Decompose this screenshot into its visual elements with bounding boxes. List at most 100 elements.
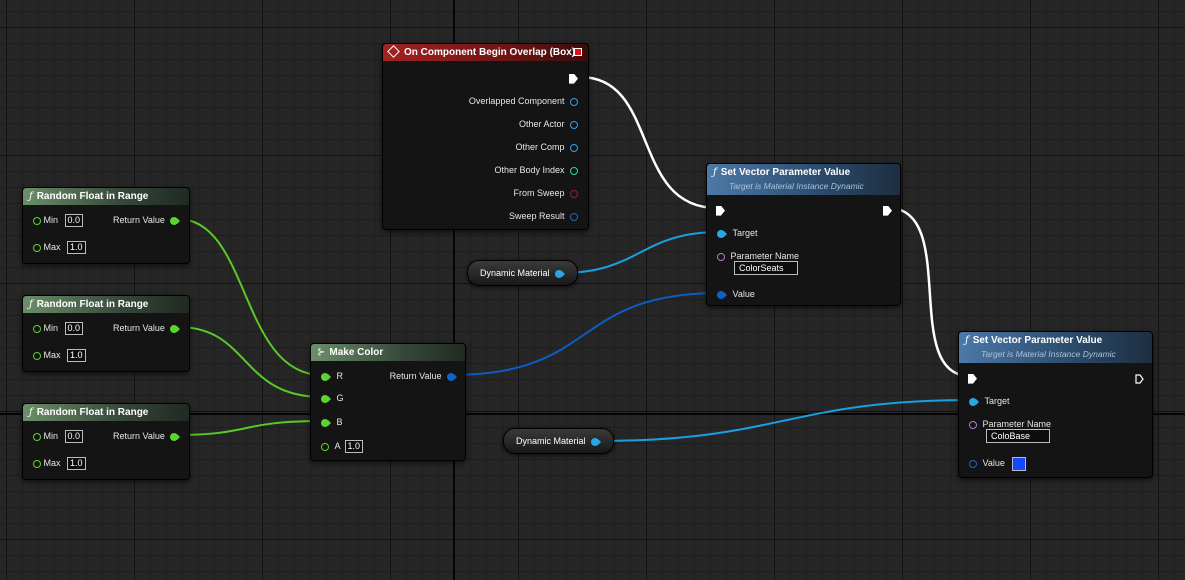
min-label: Min	[43, 323, 59, 333]
node-header: ƒ Set Vector Parameter Value Target is Mat…	[707, 164, 900, 195]
variable-out-pin[interactable]	[555, 269, 564, 278]
return-row: Return Value	[113, 321, 181, 335]
g-row: G	[321, 391, 344, 405]
other-body-index-pin[interactable]	[570, 166, 578, 175]
return-row: Return Value	[113, 429, 181, 443]
target-pin[interactable]	[969, 397, 977, 406]
param-name-label: Parameter Name	[982, 419, 1052, 429]
max-pin[interactable]	[33, 351, 41, 360]
value-row: Value	[717, 287, 755, 301]
exec-in-row	[716, 203, 725, 217]
function-icon: ƒ	[965, 335, 969, 346]
node-header: ⊱ Make Color	[311, 344, 465, 361]
node-title: Random Float in Range	[36, 407, 149, 418]
g-pin[interactable]	[321, 394, 329, 403]
overlapped-component-pin[interactable]	[570, 97, 578, 106]
node-title: Random Float in Range	[36, 191, 149, 202]
max-value[interactable]: 1.0	[67, 457, 86, 471]
dynamic-material-node-2[interactable]: Dynamic Material	[503, 428, 614, 454]
max-pin[interactable]	[33, 243, 41, 252]
node-header: ƒ Set Vector Parameter Value Target is Mat…	[959, 332, 1152, 363]
wire-random1-to-r[interactable]	[177, 218, 323, 376]
node-subtitle: Target is Material Instance Dynamic	[981, 349, 1116, 359]
max-value[interactable]: 1.0	[67, 241, 86, 255]
wire-exec-event-to-set1[interactable]	[579, 75, 718, 210]
make-color-node[interactable]: ⊱ Make Color R G B A 1.0 Return Value	[310, 343, 466, 461]
value-pin[interactable]	[717, 290, 725, 299]
b-pin[interactable]	[321, 418, 329, 427]
other-comp-pin[interactable]	[570, 143, 578, 152]
pin-label: Sweep Result	[508, 211, 565, 221]
exec-out-pin[interactable]	[1135, 374, 1144, 384]
set-vector-param-node-1[interactable]: ƒ Set Vector Parameter Value Target is Mat…	[706, 163, 901, 306]
wire-random2-to-g[interactable]	[177, 326, 323, 398]
r-pin[interactable]	[321, 372, 329, 381]
pin-row-overlapped-component: Overlapped Component	[469, 94, 578, 108]
make-struct-icon: ⊱	[317, 347, 326, 358]
delegate-square-icon[interactable]	[574, 48, 582, 56]
function-icon: ƒ	[29, 191, 33, 202]
event-node-begin-overlap[interactable]: On Component Begin Overlap (Box) Overlap…	[382, 43, 589, 230]
from-sweep-pin[interactable]	[570, 189, 578, 198]
min-value[interactable]: 0.0	[64, 214, 84, 228]
node-title: Random Float in Range	[36, 299, 149, 310]
value-pin[interactable]	[969, 459, 977, 468]
exec-in-row	[968, 371, 977, 385]
max-pin[interactable]	[33, 459, 41, 468]
pin-row-other-actor: Other Actor	[519, 117, 578, 131]
value-label: Value	[982, 458, 1005, 468]
b-label: B	[336, 417, 343, 427]
value-row: Value	[969, 456, 1027, 471]
min-pin[interactable]	[33, 324, 41, 333]
wire-dynmat1-to-target1[interactable]	[560, 231, 721, 274]
a-value[interactable]: 1.0	[344, 440, 364, 454]
param-name-pin[interactable]	[969, 420, 977, 429]
exec-in-pin[interactable]	[716, 205, 725, 216]
return-label: Return Value	[113, 323, 165, 333]
other-actor-pin[interactable]	[570, 120, 578, 129]
exec-out-row	[883, 203, 892, 217]
param-name-input[interactable]: ColorSeats	[734, 261, 798, 275]
value-color-swatch[interactable]	[1012, 456, 1027, 471]
pin-label: Other Comp	[515, 142, 565, 152]
min-pin[interactable]	[33, 432, 41, 441]
random-float-node-3[interactable]: ƒ Random Float in Range Min 0.0 Max 1.0 R…	[22, 403, 190, 480]
wire-random3-to-b[interactable]	[177, 420, 323, 436]
random-float-node-2[interactable]: ƒ Random Float in Range Min 0.0 Max 1.0 R…	[22, 295, 190, 372]
return-pin[interactable]	[447, 372, 455, 381]
function-icon: ƒ	[29, 299, 33, 310]
exec-in-pin[interactable]	[968, 373, 977, 384]
target-pin[interactable]	[717, 229, 725, 238]
wire-dynmat2-to-target2[interactable]	[596, 399, 973, 442]
max-row: Max 1.0	[33, 456, 86, 471]
pin-row-sweep-result: Sweep Result	[509, 209, 578, 223]
node-title: Set Vector Parameter Value	[720, 167, 851, 178]
target-row: Target	[717, 226, 758, 240]
variable-label: Dynamic Material	[516, 436, 586, 446]
variable-out-pin[interactable]	[591, 437, 600, 446]
a-pin[interactable]	[321, 442, 329, 451]
min-label: Min	[43, 215, 59, 225]
return-label: Return Value	[113, 215, 165, 225]
sweep-result-pin[interactable]	[570, 212, 578, 221]
random-float-node-1[interactable]: ƒ Random Float in Range Min 0.0 Max 1.0 R…	[22, 187, 190, 264]
min-value[interactable]: 0.0	[64, 430, 84, 444]
r-row: R	[321, 369, 343, 383]
max-value[interactable]: 1.0	[67, 349, 86, 363]
node-title: Make Color	[329, 347, 384, 358]
param-name-input[interactable]: ColoBase	[986, 429, 1050, 443]
exec-out-pin[interactable]	[569, 73, 578, 84]
max-row: Max 1.0	[33, 348, 86, 363]
wire-color-to-value1[interactable]	[450, 292, 721, 376]
node-header: ƒ Random Float in Range	[23, 404, 189, 421]
min-pin[interactable]	[33, 216, 41, 225]
exec-out-pin[interactable]	[883, 205, 892, 216]
param-name-pin[interactable]	[717, 252, 725, 261]
node-title: On Component Begin Overlap (Box)	[404, 47, 576, 58]
node-subtitle: Target is Material Instance Dynamic	[729, 181, 864, 191]
pin-label: Overlapped Component	[468, 96, 565, 106]
min-value[interactable]: 0.0	[64, 322, 84, 336]
set-vector-param-node-2[interactable]: ƒ Set Vector Parameter Value Target is Mat…	[958, 331, 1153, 478]
value-label: Value	[732, 289, 755, 299]
dynamic-material-node-1[interactable]: Dynamic Material	[467, 260, 578, 286]
